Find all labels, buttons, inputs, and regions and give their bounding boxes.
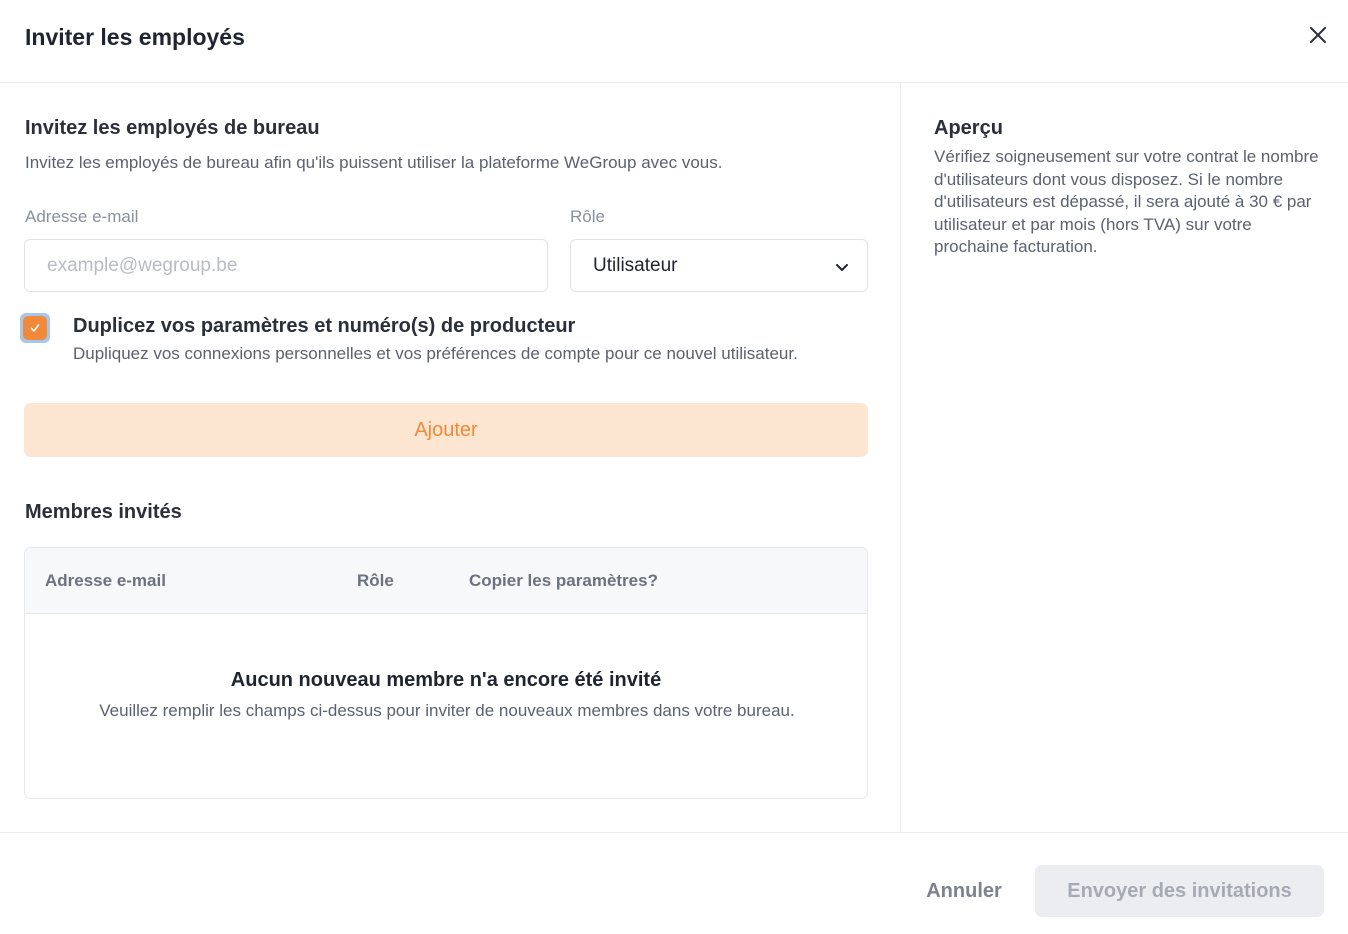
invite-section-description: Invitez les employés de bureau afin qu'i… (25, 153, 723, 172)
invite-section-title: Invitez les employés de bureau (25, 117, 320, 139)
duplicate-settings-description: Dupliquez vos connexions personnelles et… (73, 344, 798, 363)
send-invitations-button[interactable]: Envoyer des invitations (1035, 865, 1324, 917)
table-header: Adresse e-mail Rôle Copier les paramètre… (25, 548, 867, 614)
invited-members-title: Membres invités (25, 501, 182, 523)
column-header-email: Adresse e-mail (45, 571, 166, 590)
overview-title: Aperçu (934, 117, 1003, 139)
modal-footer: Annuler Envoyer des invitations (0, 832, 1348, 934)
role-select-value: Utilisateur (593, 255, 678, 276)
duplicate-settings-checkbox[interactable] (20, 313, 50, 343)
role-label: Rôle (570, 207, 605, 226)
modal-header: Inviter les employés (0, 0, 1348, 83)
close-icon (1310, 27, 1326, 43)
overview-panel: Aperçu Vérifiez soigneusement sur votre … (901, 83, 1348, 832)
duplicate-settings-label[interactable]: Duplicez vos paramètres et numéro(s) de … (73, 315, 575, 338)
overview-text: Vérifiez soigneusement sur votre contrat… (934, 147, 1319, 256)
cancel-button[interactable]: Annuler (904, 865, 1024, 917)
invite-panel: Invitez les employés de bureau Invitez l… (0, 83, 901, 832)
empty-state-title: Aucun nouveau membre n'a encore été invi… (230, 669, 662, 691)
chevron-down-icon (836, 264, 848, 271)
modal-title: Inviter les employés (25, 24, 245, 50)
role-select[interactable]: Utilisateur (570, 239, 868, 292)
checkbox-box (23, 316, 47, 340)
check-icon (30, 324, 40, 332)
close-button[interactable] (1305, 22, 1331, 48)
empty-state-description: Veuillez remplir les champs ci-dessus po… (99, 701, 795, 720)
column-header-role: Rôle (357, 571, 394, 590)
invited-members-table: Adresse e-mail Rôle Copier les paramètre… (24, 547, 868, 799)
column-header-copy-settings: Copier les paramètres? (469, 571, 658, 590)
email-label: Adresse e-mail (25, 207, 139, 226)
add-button[interactable]: Ajouter (24, 403, 868, 457)
email-input[interactable] (24, 239, 548, 292)
